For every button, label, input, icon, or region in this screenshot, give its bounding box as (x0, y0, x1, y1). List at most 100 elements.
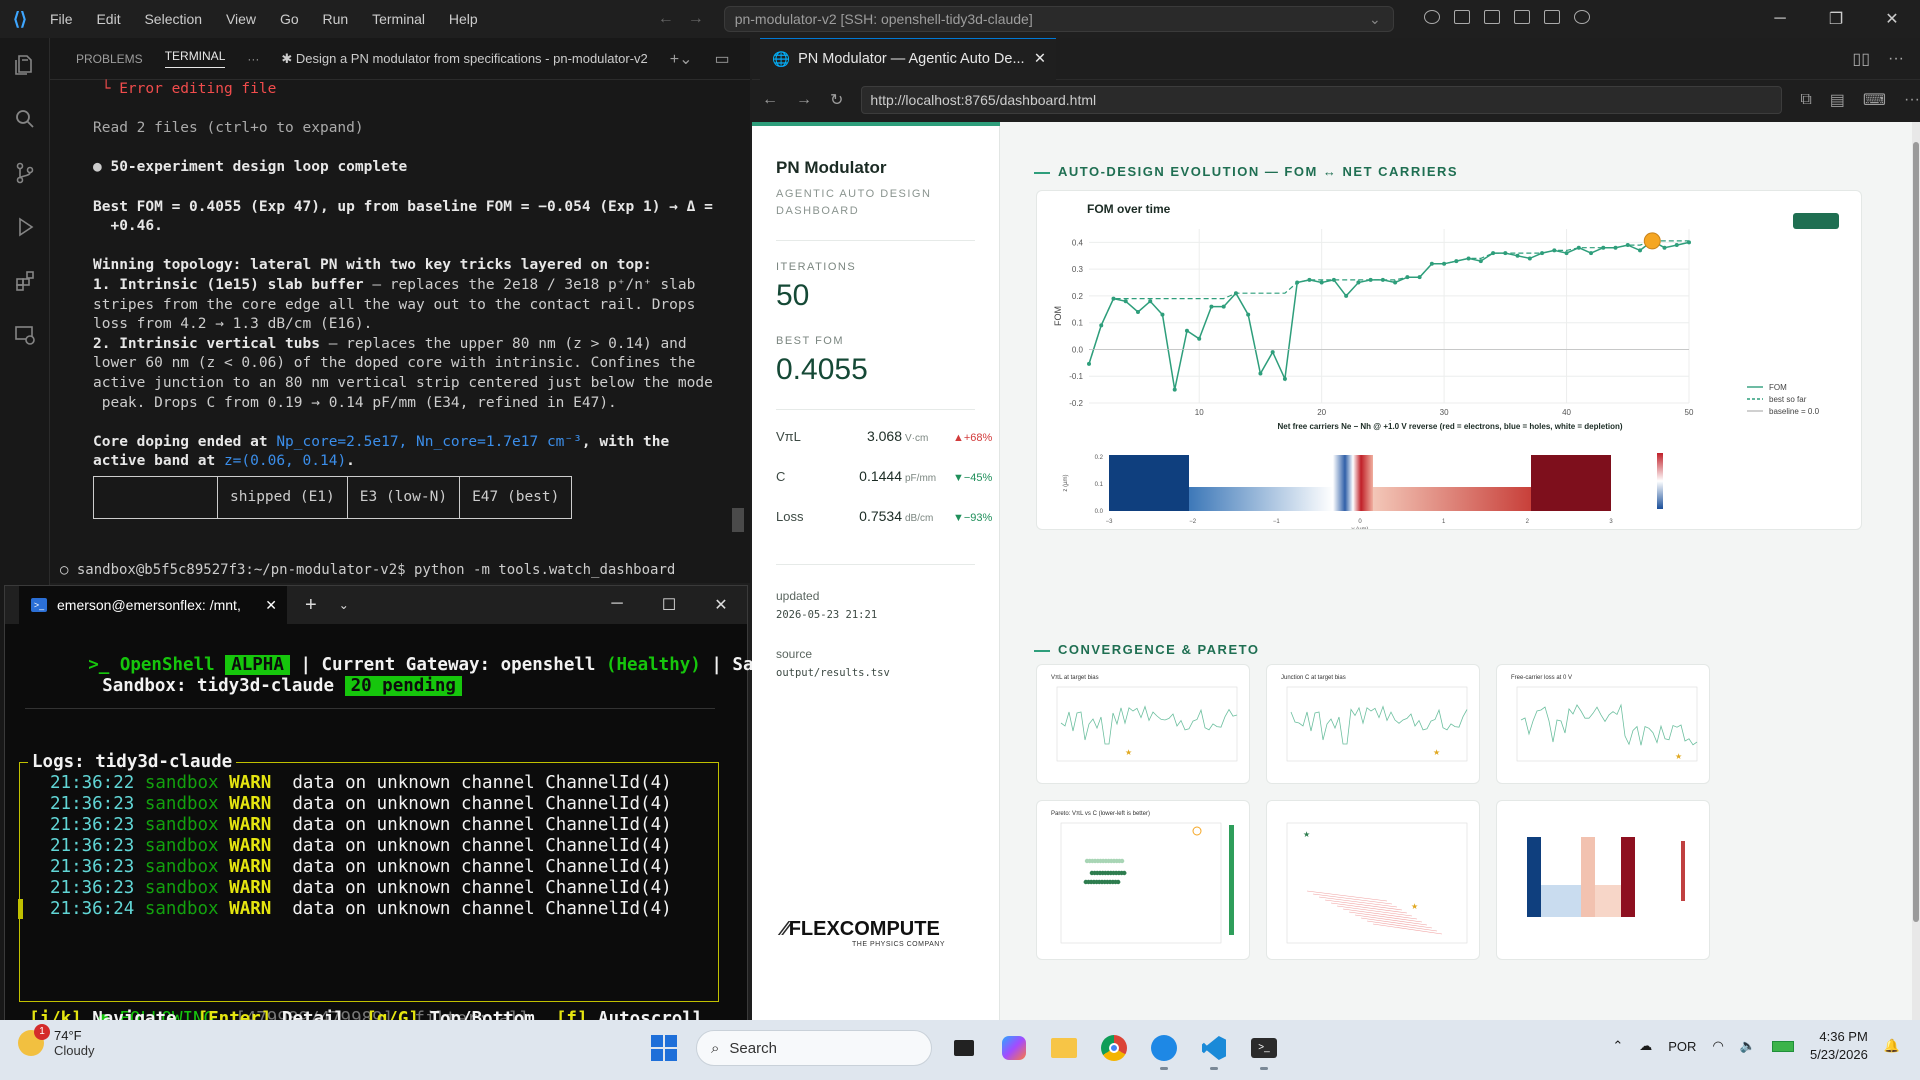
y-tick-label: 0.2 (1072, 292, 1084, 301)
toggle-sidebar-icon[interactable] (1454, 10, 1470, 24)
terminal-tab[interactable]: >_ emerson@emersonflex: /mnt, ✕ (19, 586, 287, 624)
run-debug-icon[interactable] (0, 200, 50, 254)
notifications-icon[interactable]: 🔔 (1884, 1038, 1900, 1054)
chrome-icon[interactable] (1096, 1030, 1132, 1066)
split-terminal-icon[interactable]: ▭ (715, 49, 730, 69)
console-icon[interactable]: ⌨ (1863, 90, 1886, 110)
scroll-thumb[interactable] (1913, 142, 1919, 922)
more-icon[interactable]: ··· (247, 52, 259, 66)
wifi-icon[interactable]: ◠ (1712, 1038, 1723, 1054)
forward-icon[interactable]: → (796, 91, 812, 109)
best-marker-icon: ★ (1125, 748, 1132, 757)
chevron-down-icon[interactable]: ⌄ (1369, 11, 1381, 28)
log-row[interactable]: 21:36:23 sandbox WARN data on unknown ch… (36, 878, 672, 899)
explorer-icon[interactable] (0, 38, 50, 92)
clock[interactable]: 4:36 PM 5/23/2026 (1810, 1028, 1868, 1064)
devtools-icon[interactable]: ⧉ (1800, 91, 1811, 109)
reload-icon[interactable]: ↻ (830, 90, 843, 110)
command-center[interactable]: pn-modulator-v2 [SSH: openshell-tidy3d-c… (723, 6, 1394, 32)
terminal-icon[interactable]: >_ (1246, 1030, 1282, 1070)
openshell-tui[interactable]: >_ OpenShell ALPHA | Current Gateway: op… (5, 624, 775, 1029)
terminal-output[interactable]: └ Error editing file Read 2 files (ctrl+… (50, 80, 713, 580)
file-explorer-icon[interactable] (1046, 1030, 1082, 1066)
close-tab-icon[interactable]: ✕ (1034, 51, 1046, 67)
browser-tab[interactable]: 🌐 PN Modulator — Agentic Auto De... ✕ (760, 37, 1056, 80)
remote-explorer-icon[interactable] (0, 308, 50, 362)
url-field[interactable]: http://localhost:8765/dashboard.html (861, 86, 1783, 114)
thumbnail-card[interactable]: Junction C at target bias ★ (1266, 664, 1480, 784)
toggle-panel-icon[interactable] (1484, 10, 1500, 24)
start-button[interactable] (646, 1030, 682, 1066)
battery-icon[interactable] (1771, 1040, 1794, 1052)
thumbnail-card[interactable]: Pareto: VπL vs C (lower-left is better) (1036, 800, 1250, 960)
new-terminal-icon[interactable]: +⌄ (670, 49, 693, 69)
copilot-icon[interactable] (1424, 10, 1440, 24)
source-control-icon[interactable] (0, 146, 50, 200)
log-row[interactable]: 21:36:24 sandbox WARN data on unknown ch… (36, 899, 672, 920)
toggle-secondary-sidebar-icon[interactable] (1514, 10, 1530, 24)
search-icon[interactable] (0, 92, 50, 146)
log-row[interactable]: 21:36:23 sandbox WARN data on unknown ch… (36, 857, 672, 878)
chart-toggle-button[interactable] (1793, 213, 1839, 229)
panel-scrollbar[interactable] (732, 508, 744, 532)
reader-icon[interactable]: ▤ (1830, 90, 1845, 110)
vscode-icon[interactable] (1196, 1030, 1232, 1070)
health-status: (Healthy) (605, 655, 701, 675)
split-editor-icon[interactable]: ▯▯ (1852, 49, 1870, 69)
copilot-icon[interactable] (996, 1030, 1032, 1066)
extensions-icon[interactable] (0, 254, 50, 308)
data-point (1270, 350, 1275, 355)
tab-dropdown-icon[interactable]: ⌄ (339, 598, 349, 612)
carrier-y-tick: 0.1 (1095, 482, 1104, 488)
maximize-button[interactable]: ❐ (1808, 0, 1864, 38)
minimize-button[interactable]: ─ (591, 595, 643, 615)
menu-terminal[interactable]: Terminal (362, 11, 435, 27)
terminal-instance-title[interactable]: ✱ Design a PN modulator from specificati… (281, 51, 647, 67)
onedrive-icon[interactable]: ☁ (1639, 1038, 1652, 1054)
more-icon[interactable]: ··· (1904, 91, 1920, 109)
more-actions-icon[interactable]: ··· (1888, 50, 1904, 68)
x-tick-label: 40 (1562, 408, 1571, 417)
messenger-icon[interactable] (1146, 1030, 1182, 1070)
thumbnail-card[interactable]: VπL at target bias ★ (1036, 664, 1250, 784)
tab-problems[interactable]: PROBLEMS (76, 52, 143, 66)
taskbar-search[interactable]: ⌕ Search (696, 1030, 932, 1066)
chart-title: FOM over time (1087, 202, 1171, 216)
thumbnail-card[interactable] (1496, 800, 1710, 960)
customize-layout-icon[interactable] (1544, 10, 1560, 24)
back-icon[interactable]: ← (762, 91, 778, 109)
nav-arrows[interactable]: ←→ (658, 10, 718, 28)
log-row[interactable]: 21:36:23 sandbox WARN data on unknown ch… (36, 836, 672, 857)
menu-help[interactable]: Help (439, 11, 488, 27)
chevron-up-icon[interactable]: ⌃ (1612, 1038, 1623, 1054)
tab-terminal[interactable]: TERMINAL (164, 49, 226, 68)
menu-run[interactable]: Run (313, 11, 359, 27)
menu-selection[interactable]: Selection (134, 11, 212, 27)
menu-go[interactable]: Go (270, 11, 309, 27)
globe-icon[interactable] (1574, 10, 1590, 24)
menu-view[interactable]: View (216, 11, 266, 27)
weather-widget[interactable]: 1 74°F Cloudy (18, 1024, 94, 1058)
header-divider (25, 708, 715, 709)
task-view-icon[interactable] (946, 1030, 982, 1066)
trick-2-line-a: 2. Intrinsic vertical tubs — replaces th… (93, 336, 687, 352)
menu-file[interactable]: File (40, 11, 83, 27)
log-row[interactable]: 21:36:23 sandbox WARN data on unknown ch… (36, 794, 672, 815)
maximize-button[interactable]: ☐ (643, 595, 695, 615)
language-indicator[interactable]: POR (1668, 1039, 1696, 1054)
volume-icon[interactable]: 🔈 (1740, 1038, 1756, 1054)
thumbnail-card[interactable]: Free-carrier loss at 0 V ★ (1496, 664, 1710, 784)
y-tick-label: 0.4 (1072, 238, 1084, 247)
section-convergence-title: CONVERGENCE & PARETO (1034, 642, 1259, 657)
close-button[interactable]: ✕ (1864, 0, 1920, 38)
thumbnail-card[interactable]: ★ ★ (1266, 800, 1480, 960)
page-scrollbar[interactable] (1912, 122, 1920, 1020)
minimize-button[interactable]: ─ (1752, 0, 1808, 38)
close-tab-icon[interactable]: ✕ (265, 597, 277, 614)
close-button[interactable]: ✕ (695, 595, 747, 615)
menu-edit[interactable]: Edit (86, 11, 130, 27)
new-tab-button[interactable]: + (305, 594, 317, 617)
log-row[interactable]: 21:36:23 sandbox WARN data on unknown ch… (36, 815, 672, 836)
log-row[interactable]: 21:36:22 sandbox WARN data on unknown ch… (36, 773, 672, 794)
log-panel[interactable]: Logs: tidy3d-claude 21:36:22 sandbox WAR… (18, 752, 719, 1002)
